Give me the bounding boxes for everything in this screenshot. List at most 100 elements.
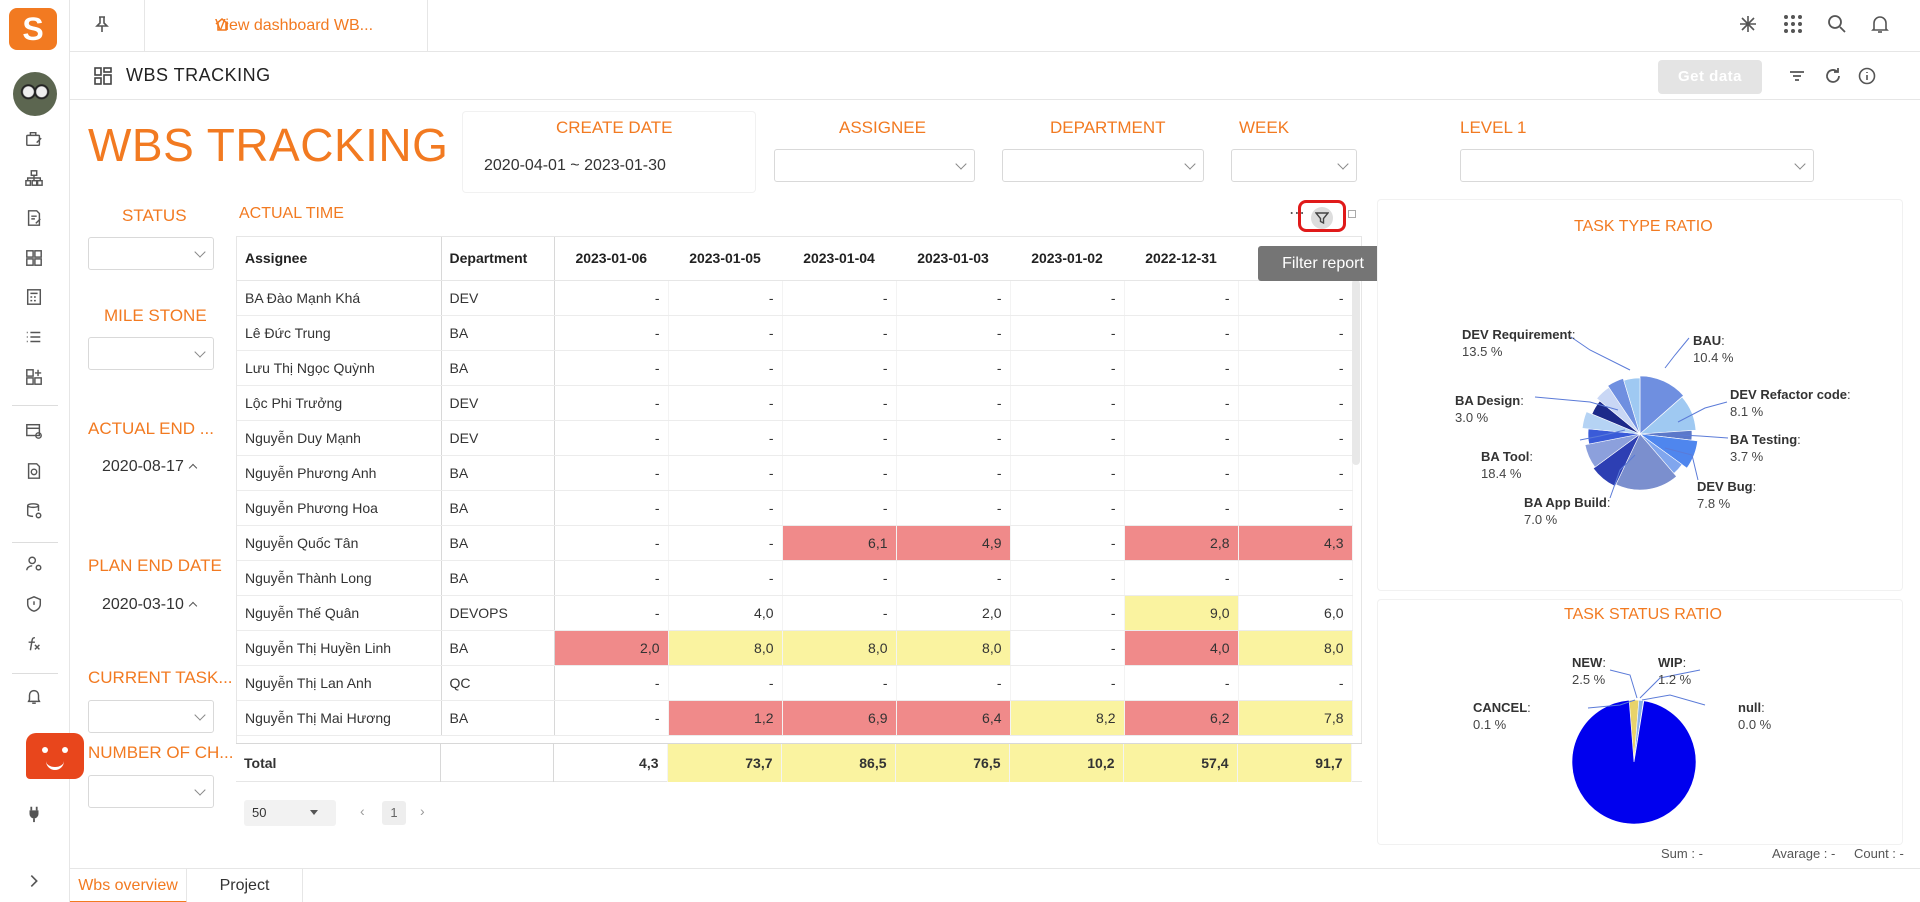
refresh-icon[interactable] [1824,67,1842,90]
chatbot-button[interactable] [26,733,84,779]
app-root: S View dashboard WB... WBS TRACKING Get … [0,0,1920,902]
column-header[interactable]: 2023-01-06 [554,237,668,281]
table-row: BA Đào Mạnh Khá DEV - - - - - - - [237,280,1353,316]
home-icon[interactable] [214,16,230,37]
expand-icon[interactable] [1348,210,1356,218]
sparkle-icon[interactable] [1738,14,1758,39]
page-size-select[interactable]: 50 [244,800,336,826]
table-row: Nguyễn Phương Hoa BA - - - - - - - [237,490,1353,526]
briefcase-edit-icon[interactable] [23,128,45,150]
tab-project[interactable]: Project [187,869,303,902]
column-header[interactable]: Department [441,237,555,281]
column-header[interactable]: 2022-12-31 [1124,237,1238,281]
calculator-icon[interactable] [23,286,45,308]
department-cell: BA [441,455,555,491]
value-cell: - [782,490,897,526]
document-edit-icon[interactable] [23,207,45,229]
column-header[interactable]: 2023-01-02 [1010,237,1124,281]
value-cell: - [896,560,1011,596]
column-header[interactable]: 2023-01-05 [668,237,782,281]
pin-icon[interactable] [94,15,110,38]
filter-lines-icon[interactable] [1788,67,1806,90]
pie-label-pct: 2.5 % [1572,672,1606,687]
pie-label: DEV Bug: 7.8 % [1697,479,1757,511]
pie-label: BA Testing: 3.7 % [1730,432,1801,464]
apps-grid-icon[interactable] [1783,14,1803,39]
status-select[interactable] [88,237,214,270]
value-cell: - [668,455,783,491]
column-header[interactable]: 2023-01-03 [896,237,1010,281]
value-cell: 2,0 [554,630,669,666]
value-cell: - [1010,280,1125,316]
dashboard-icon[interactable] [23,247,45,269]
department-cell: BA [441,490,555,526]
assignee-cell: Nguyễn Thế Quân [237,595,442,631]
assignee-cell: Nguyễn Thị Mai Hương [237,700,442,736]
filter-icon [1311,207,1333,229]
table-scrollbar[interactable] [1352,280,1360,465]
value-cell: 8,2 [1010,700,1125,736]
prev-page-icon[interactable]: ‹ [360,803,365,819]
next-page-icon[interactable]: › [420,803,425,819]
create-date-label: CREATE DATE [556,118,673,137]
plan-end-value[interactable]: 2020-03-10 [102,596,198,614]
bell-icon[interactable] [1870,14,1890,39]
value-cell: 1,2 [668,700,783,736]
value-cell: - [554,350,669,386]
avatar[interactable] [13,72,57,116]
value-cell: 6,4 [896,700,1011,736]
function-icon[interactable] [23,633,45,655]
status-label: STATUS [122,206,187,225]
department-cell: QC [441,665,555,701]
assignee-select[interactable] [774,149,975,182]
department-cell: BA [441,700,555,736]
value-cell: - [1010,560,1125,596]
week-select[interactable] [1231,149,1357,182]
table-body: BA Đào Mạnh Khá DEV - - - - - - - Lê Đức Trung BA -… [237,280,1353,736]
value-cell: - [1010,350,1125,386]
user-settings-icon[interactable] [23,553,45,575]
value-cell: - [1010,420,1125,456]
database-icon[interactable] [23,500,45,522]
milestone-select[interactable] [88,337,214,370]
value-cell: 4,0 [1124,630,1239,666]
pie-label-name: DEV Requirement [1462,327,1572,342]
shield-icon[interactable] [23,593,45,615]
database-settings-icon[interactable] [23,420,45,442]
actual-end-value[interactable]: 2020-08-17 [102,458,198,476]
tab-wbs-overview[interactable]: Wbs overview [70,869,187,902]
value-cell: 9,0 [1124,595,1239,631]
number-of-ch-select[interactable] [88,775,214,808]
filter-report-button[interactable] [1298,200,1346,232]
table-row: Lộc Phi Trưởng DEV - - - - - - - [237,385,1353,421]
create-date-value[interactable]: 2020-04-01 ~ 2023-01-30 [484,157,666,175]
department-cell: DEV [441,280,555,316]
actual-end-label: ACTUAL END ... [88,419,214,438]
value-cell: - [1238,315,1353,351]
value-cell: - [668,490,783,526]
get-data-button[interactable]: Get data [1658,60,1762,94]
count-stat: Count : - [1854,846,1904,861]
value-cell: - [896,385,1011,421]
list-icon[interactable] [23,326,45,348]
sitemap-icon[interactable] [23,167,45,189]
value-cell: - [1010,385,1125,421]
app-logo[interactable]: S [9,8,57,50]
bell-check-icon[interactable] [23,685,45,707]
breadcrumb-tab[interactable]: View dashboard WB... [144,0,428,52]
current-page[interactable]: 1 [382,801,406,825]
widgets-add-icon[interactable] [23,366,45,388]
column-header[interactable]: Assignee [237,237,442,281]
column-header[interactable]: 2023-01-04 [782,237,896,281]
report-file-icon[interactable] [23,460,45,482]
task-status-title: TASK STATUS RATIO [1564,606,1722,623]
plug-icon[interactable] [23,803,45,825]
value-cell: - [1124,350,1239,386]
current-task-select[interactable] [88,700,214,733]
info-icon[interactable] [1858,67,1876,90]
pie-label-name: NEW [1572,655,1603,670]
level1-select[interactable] [1460,149,1814,182]
search-icon[interactable] [1827,14,1847,39]
expand-rail-icon[interactable] [23,870,45,892]
department-select[interactable] [1002,149,1204,182]
